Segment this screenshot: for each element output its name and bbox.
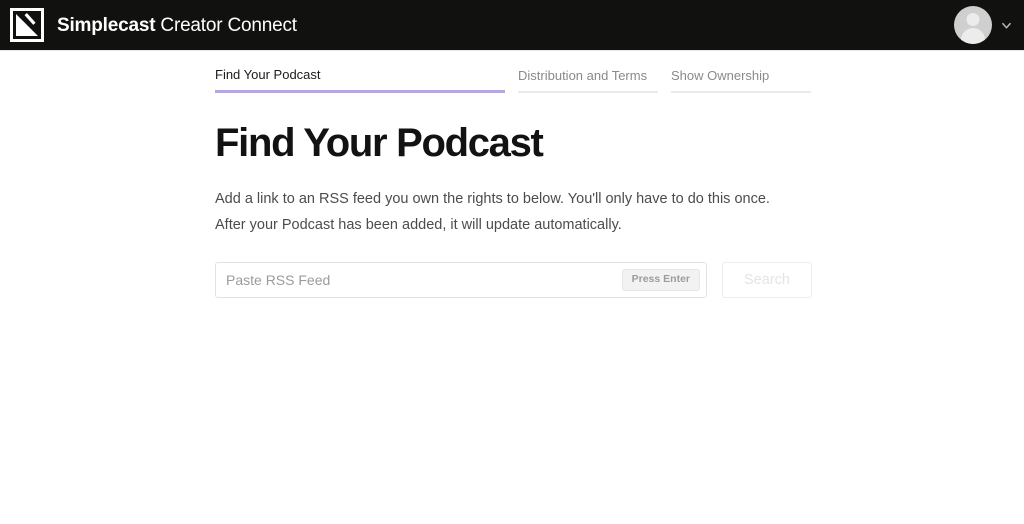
user-avatar-icon[interactable] xyxy=(954,6,992,44)
page-description: Add a link to an RSS feed you own the ri… xyxy=(215,191,770,233)
account-menu[interactable] xyxy=(954,0,1012,50)
brand-logo[interactable]: Simplecast Creator Connect xyxy=(10,0,297,50)
avatar-body-shape xyxy=(961,28,985,44)
rss-feed-input[interactable] xyxy=(216,263,622,297)
brand-subtitle: Creator Connect xyxy=(160,14,297,36)
step-tabs: Find Your Podcast Distribution and Terms… xyxy=(215,67,811,93)
main-content: Find Your Podcast Add a link to an RSS f… xyxy=(215,121,815,298)
brand-name: Simplecast xyxy=(57,14,156,36)
page-body: Find Your Podcast Distribution and Terms… xyxy=(0,50,1024,524)
press-enter-badge: Press Enter xyxy=(621,269,700,291)
rss-feed-input-wrapper[interactable]: Press Enter xyxy=(215,262,707,298)
tab-find-your-podcast[interactable]: Find Your Podcast xyxy=(215,67,505,93)
tab-distribution-and-terms[interactable]: Distribution and Terms xyxy=(518,68,658,93)
page-title: Find Your Podcast xyxy=(215,121,544,165)
search-button[interactable]: Search xyxy=(722,262,812,298)
rss-search-row: Press Enter Search xyxy=(215,262,815,298)
tab-show-ownership[interactable]: Show Ownership xyxy=(671,68,811,93)
chevron-down-icon[interactable] xyxy=(1001,20,1012,31)
avatar-head-shape xyxy=(966,13,980,26)
brand-title: Simplecast Creator Connect xyxy=(57,16,297,35)
app-header: Simplecast Creator Connect xyxy=(0,0,1024,50)
simplecast-logo-icon xyxy=(10,8,44,42)
